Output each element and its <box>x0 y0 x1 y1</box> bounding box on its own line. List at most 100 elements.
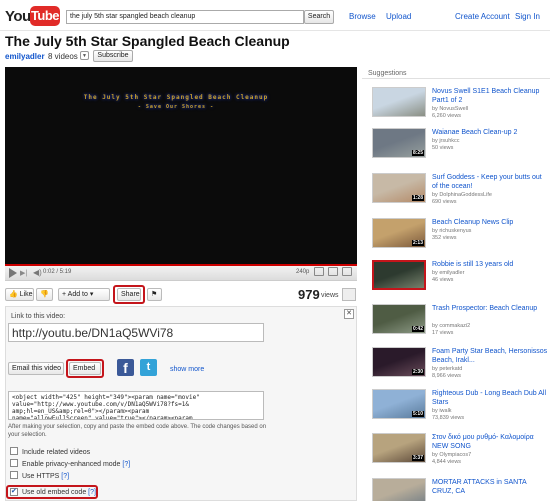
sign-in-link[interactable]: Sign In <box>515 12 540 21</box>
time-display: 0:02 / 5:19 <box>43 269 72 275</box>
suggestion-thumbnail[interactable]: 1:28 <box>372 173 426 203</box>
checkbox-checked[interactable] <box>10 488 18 496</box>
suggestion-title[interactable]: Foam Party Star Beach, Hersonissos Beach… <box>432 347 548 365</box>
duration-badge: 0:42 <box>411 326 424 332</box>
suggestion-title[interactable]: Novus Swell S1E1 Beach Cleanup Part1 of … <box>432 87 548 105</box>
video-frame-subtitle: - Save Our Shores - <box>137 104 215 110</box>
help-link[interactable]: [?] <box>122 461 130 468</box>
checkbox[interactable] <box>10 447 18 455</box>
stats-icon[interactable] <box>342 288 356 301</box>
suggestion-thumbnail[interactable]: 2:30 <box>372 347 426 377</box>
suggestions-divider <box>362 78 550 79</box>
like-label: Like <box>19 291 33 298</box>
suggestion-item[interactable]: 1:28 Surf Goddess - Keep your butts out o… <box>372 173 547 213</box>
nav-upload-link[interactable]: Upload <box>386 12 411 21</box>
suggestion-title[interactable]: Righteous Dub - Long Beach Dub All Stars <box>432 389 548 407</box>
popout-icon[interactable] <box>314 267 324 276</box>
suggestion-item[interactable]: 5:10 Righteous Dub - Long Beach Dub All S… <box>372 389 547 429</box>
suggestion-thumbnail[interactable]: 0:42 <box>372 304 426 334</box>
suggestion-uploader: by iwalk <box>432 408 452 414</box>
quality-selector[interactable]: 240p <box>296 269 309 275</box>
share-url-input[interactable]: http://youtu.be/DN1aQ5WVi78 <box>8 323 264 342</box>
duration-badge: 2:30 <box>411 369 424 375</box>
video-frame-title: The July 5th Star Spangled Beach Cleanup <box>83 94 269 101</box>
suggestion-thumbnail[interactable] <box>372 260 426 290</box>
suggestion-views: 46 views <box>432 277 454 283</box>
dislike-button[interactable]: 👎 <box>36 288 53 301</box>
suggestion-views: 73,839 views <box>432 415 465 421</box>
share-button[interactable]: Share <box>117 288 141 301</box>
suggestion-views: 17 views <box>432 330 454 336</box>
chevron-down-icon: ▾ <box>89 291 94 298</box>
suggestion-uploader: by emilyadler <box>432 270 465 276</box>
search-button[interactable]: Search <box>304 10 334 24</box>
option-related-videos[interactable]: Include related videos <box>10 447 90 456</box>
option-old-embed[interactable]: Use old embed code [?] <box>10 488 96 496</box>
volume-icon[interactable]: ◀) <box>33 268 42 277</box>
channel-link[interactable]: emilyadler <box>5 52 45 61</box>
fullscreen-icon[interactable] <box>342 267 352 276</box>
search-input[interactable]: the july 5th star spangled beach cleanup <box>66 10 304 24</box>
suggestion-uploader: by Olympiacos7 <box>432 452 472 458</box>
suggestion-thumbnail[interactable] <box>372 478 426 501</box>
suggestion-item[interactable]: 2:30 Foam Party Star Beach, Hersonissos B… <box>372 347 547 387</box>
twitter-icon[interactable]: t <box>140 359 157 376</box>
facebook-icon[interactable]: f <box>117 359 134 376</box>
suggestion-title[interactable]: Robbie is still 13 years old <box>432 260 548 269</box>
progress-bar[interactable] <box>5 264 357 266</box>
suggestion-item[interactable]: Robbie is still 13 years old by emilyadle… <box>372 260 547 300</box>
suggestion-thumbnail[interactable] <box>372 87 426 117</box>
suggestion-views: 352 views <box>432 235 457 241</box>
suggestion-thumbnail[interactable]: 5:10 <box>372 389 426 419</box>
logo-tube-text: Tube <box>30 6 60 26</box>
subscribe-button[interactable]: Subscribe <box>93 50 133 62</box>
close-icon[interactable]: ✕ <box>344 309 354 319</box>
suggestion-title[interactable]: Surf Goddess - Keep your butts out of th… <box>432 173 548 191</box>
suggestion-item[interactable]: 8:25 Waianae Beach Clean-up 2 by jrsuhkcc 5… <box>372 128 547 168</box>
help-link[interactable]: [?] <box>61 473 69 480</box>
suggestion-item[interactable]: Novus Swell S1E1 Beach Cleanup Part1 of … <box>372 87 547 127</box>
suggestion-item[interactable]: 0:42 Trash Prospector: Beach Cleanup by co… <box>372 304 547 344</box>
suggestion-thumbnail[interactable]: 3:37 <box>372 433 426 463</box>
suggestion-item[interactable]: MORTAR ATTACKS in SANTA CRUZ, CA <box>372 478 547 501</box>
suggestion-title[interactable]: Beach Cleanup News Clip <box>432 218 548 227</box>
suggestion-title[interactable]: MORTAR ATTACKS in SANTA CRUZ, CA <box>432 478 548 496</box>
help-link[interactable]: [?] <box>88 489 96 496</box>
duration-badge: 1:28 <box>411 195 424 201</box>
suggestion-title[interactable]: Waianae Beach Clean-up 2 <box>432 128 548 137</box>
option-label: Use old embed code <box>22 489 87 496</box>
video-count: 8 videos <box>48 52 78 61</box>
page-title: The July 5th Star Spangled Beach Cleanup <box>5 33 290 49</box>
suggestion-item[interactable]: 2:13 Beach Cleanup News Clip by richuskeny… <box>372 218 547 258</box>
suggestion-title[interactable]: Στον δικό μου ρυθμό- Καλομοίρα NEW SONG <box>432 433 548 451</box>
embed-code-textarea[interactable]: <object width="425" height="349"><param … <box>8 391 264 420</box>
suggestion-item[interactable]: 3:37 Στον δικό μου ρυθμό- Καλομοίρα NEW S… <box>372 433 547 473</box>
expand-icon[interactable] <box>328 267 338 276</box>
suggestion-views: 50 views <box>432 145 454 151</box>
nav-browse-link[interactable]: Browse <box>349 12 376 21</box>
checkbox[interactable] <box>10 471 18 479</box>
views-label: views <box>321 292 339 299</box>
suggestion-uploader: by NovusSwell <box>432 106 469 112</box>
option-privacy-mode[interactable]: Enable privacy-enhanced mode [?] <box>10 459 130 468</box>
chevron-down-icon[interactable]: ▼ <box>80 51 89 60</box>
flag-button[interactable]: ⚑ <box>147 288 162 301</box>
like-button[interactable]: 👍 Like <box>5 288 34 301</box>
play-icon[interactable] <box>9 268 17 278</box>
plus-icon: + <box>62 291 67 298</box>
next-icon[interactable]: ▶| <box>20 269 27 277</box>
option-label: Enable privacy-enhanced mode <box>22 461 121 468</box>
duration-badge: 3:37 <box>411 455 424 461</box>
suggestion-thumbnail[interactable]: 2:13 <box>372 218 426 248</box>
show-more-link[interactable]: show more <box>170 366 204 373</box>
option-https[interactable]: Use HTTPS [?] <box>10 471 69 480</box>
create-account-link[interactable]: Create Account <box>455 12 510 21</box>
add-to-button[interactable]: + Add to ▾ <box>58 288 110 301</box>
suggestion-title[interactable]: Trash Prospector: Beach Cleanup <box>432 304 548 313</box>
embed-button[interactable]: Embed <box>69 362 101 375</box>
email-video-button[interactable]: Email this video <box>8 362 64 375</box>
suggestion-thumbnail[interactable]: 8:25 <box>372 128 426 158</box>
checkbox[interactable] <box>10 459 18 467</box>
suggestion-uploader: by commakazi2 <box>432 323 471 329</box>
youtube-logo[interactable]: You Tube <box>5 5 60 29</box>
